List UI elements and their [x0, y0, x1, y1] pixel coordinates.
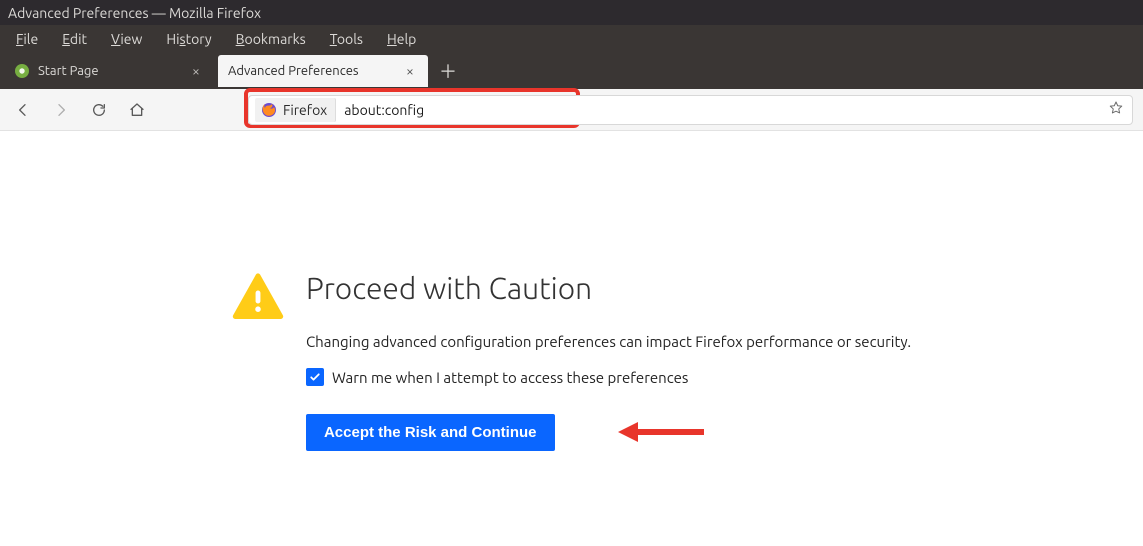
- page-content: Proceed with Caution Changing advanced c…: [0, 131, 1143, 451]
- tab-label: Advanced Preferences: [228, 64, 394, 78]
- menu-bar: File Edit View History Bookmarks Tools H…: [0, 25, 1143, 53]
- tab-start-page[interactable]: Start Page ×: [4, 55, 214, 87]
- tab-close-icon[interactable]: ×: [402, 63, 418, 79]
- menu-bookmarks[interactable]: Bookmarks: [226, 29, 316, 49]
- window-title-bar: Advanced Preferences — Mozilla Firefox: [0, 0, 1143, 25]
- warning-message: Proceed with Caution Changing advanced c…: [306, 271, 911, 451]
- page-heading: Proceed with Caution: [306, 271, 911, 305]
- reload-button[interactable]: [84, 95, 114, 125]
- arrow-left-icon: [15, 102, 31, 118]
- menu-edit[interactable]: Edit: [52, 29, 97, 49]
- menu-history[interactable]: History: [156, 29, 221, 49]
- menu-help[interactable]: Help: [377, 29, 426, 49]
- home-icon: [129, 102, 145, 118]
- forward-button[interactable]: [46, 95, 76, 125]
- back-button[interactable]: [8, 95, 38, 125]
- menu-file[interactable]: File: [6, 29, 48, 49]
- checkbox-checked-icon[interactable]: [306, 368, 324, 386]
- checkbox-label: Warn me when I attempt to access these p…: [332, 369, 688, 386]
- bookmark-star-icon[interactable]: [1108, 100, 1124, 119]
- url-text[interactable]: about:config: [344, 102, 1126, 118]
- firefox-logo-icon: [261, 102, 277, 118]
- warn-checkbox-row[interactable]: Warn me when I attempt to access these p…: [306, 368, 911, 386]
- tab-label: Start Page: [38, 64, 180, 78]
- identity-label: Firefox: [283, 102, 327, 118]
- new-tab-button[interactable]: ＋: [432, 55, 464, 87]
- identity-box[interactable]: Firefox: [255, 98, 336, 122]
- tab-bar: Start Page × Advanced Preferences × ＋: [0, 53, 1143, 89]
- menu-view[interactable]: View: [101, 29, 152, 49]
- page-description: Changing advanced configuration preferen…: [306, 333, 911, 350]
- arrow-right-icon: [53, 102, 69, 118]
- url-container: Firefox about:config: [248, 94, 1133, 126]
- menu-tools[interactable]: Tools: [320, 29, 373, 49]
- ubuntu-favicon-icon: [14, 63, 30, 79]
- home-button[interactable]: [122, 95, 152, 125]
- window-title: Advanced Preferences — Mozilla Firefox: [8, 5, 261, 21]
- accept-button[interactable]: Accept the Risk and Continue: [306, 414, 555, 451]
- toolbar: Firefox about:config: [0, 89, 1143, 131]
- tab-close-icon[interactable]: ×: [188, 63, 204, 79]
- annotation-arrow-icon: [616, 420, 706, 447]
- warning-triangle-icon: [232, 271, 284, 326]
- url-bar[interactable]: Firefox about:config: [248, 95, 1133, 125]
- tab-advanced-preferences[interactable]: Advanced Preferences ×: [218, 55, 428, 87]
- warning-panel: Proceed with Caution Changing advanced c…: [232, 271, 911, 451]
- reload-icon: [91, 102, 107, 118]
